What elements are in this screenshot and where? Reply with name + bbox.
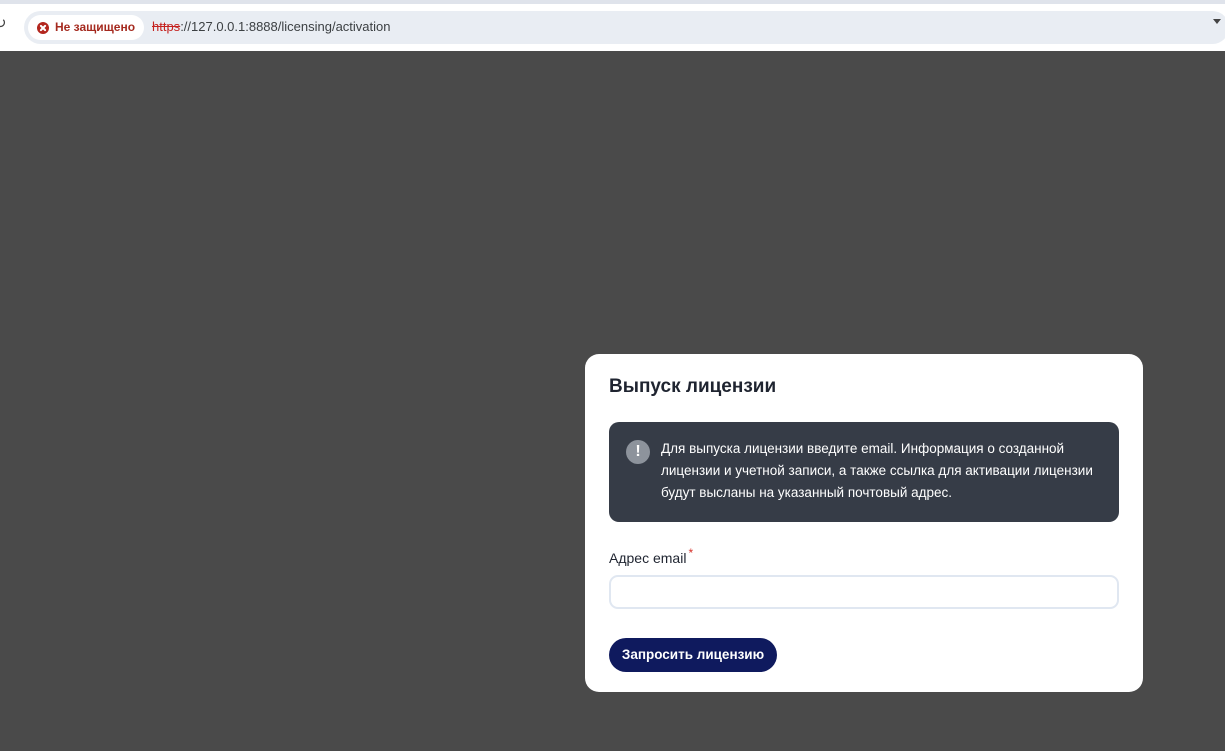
info-notice: ! Для выпуска лицензии введите email. Ин… (609, 422, 1119, 522)
security-status-chip[interactable]: Не защищено (28, 15, 144, 40)
exclamation-circle-icon: ! (626, 440, 650, 464)
request-license-button[interactable]: Запросить лицензию (609, 638, 777, 672)
url-scheme: https (152, 19, 181, 34)
email-label-text: Адрес email (609, 550, 687, 566)
error-circle-icon (37, 22, 49, 34)
url-text[interactable]: https://127.0.0.1:8888/licensing/activat… (152, 19, 391, 35)
email-field[interactable] (609, 575, 1119, 609)
url-path: ://127.0.0.1:8888/licensing/activation (180, 19, 391, 34)
license-issue-card: Выпуск лицензии ! Для выпуска лицензии в… (585, 354, 1143, 692)
notice-text: Для выпуска лицензии введите email. Инфо… (661, 441, 1093, 500)
email-field-label: Адрес email * (609, 546, 694, 567)
reload-icon[interactable]: ↻ (0, 15, 8, 33)
security-status-label: Не защищено (55, 20, 136, 34)
required-mark: * (688, 546, 694, 560)
chevron-down-icon[interactable] (1213, 19, 1221, 24)
address-bar[interactable]: Не защищено https://127.0.0.1:8888/licen… (24, 11, 1225, 44)
page-title: Выпуск лицензии (609, 376, 777, 397)
browser-toolbar: ↻ Не защищено https://127.0.0.1:8888/lic… (0, 4, 1225, 51)
